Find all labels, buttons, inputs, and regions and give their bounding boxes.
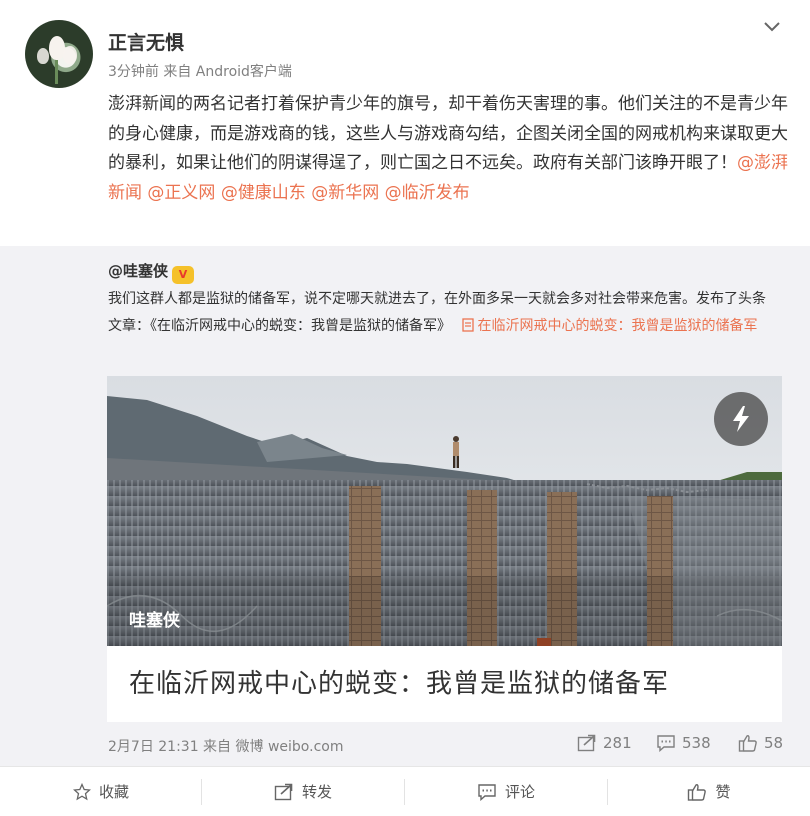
comment-count-value: 538 [682,734,711,752]
comment-label: 评论 [504,783,535,801]
repost-count[interactable]: 281 [577,734,632,752]
favorite-label: 收藏 [98,783,129,801]
star-icon [72,783,91,801]
forward-button[interactable]: 转发 [202,767,404,816]
mention-link[interactable]: @健康山东 [221,183,306,203]
original-author-name[interactable]: @哇塞侠 [108,262,168,280]
like-count[interactable]: 58 [738,734,783,752]
post-body: 澎湃新闻的两名记者打着保护青少年的旗号，却干着伤天害理的事。他们关注的不是青少年… [108,94,788,173]
like-button[interactable]: 赞 [608,767,810,816]
flash-button[interactable] [714,392,768,446]
forward-label: 转发 [301,783,332,801]
forward-icon [577,734,596,752]
mention-link[interactable]: @新华网 [311,183,379,203]
vip-badge-icon: V [172,266,195,284]
post-meta: 3分钟前 来自 Android客户端 [108,64,292,80]
article-card[interactable]: 哇塞侠 在临沂网戒中心的蜕变：我曾是监狱的储备军 [107,376,782,722]
repost-time-source: 2月7日 21:31 来自 微博 weibo.com [108,739,344,755]
weibo-post-card: 正言无惧 3分钟前 来自 Android客户端 澎湃新闻的两名记者打着保护青少年… [0,0,810,816]
action-bar: 收藏 转发 评论 赞 [0,766,810,816]
user-name[interactable]: 正言无惧 [108,28,184,55]
mention-link[interactable]: @临沂发布 [385,183,470,203]
comment-icon [657,735,675,752]
chevron-down-icon[interactable] [761,16,783,38]
avatar[interactable] [25,20,93,88]
photo-source-label: 哇塞侠 [129,611,180,631]
comment-button[interactable]: 评论 [405,767,607,816]
comment-count[interactable]: 538 [656,734,711,752]
favorite-button[interactable]: 收藏 [0,767,202,816]
flash-icon [733,406,749,432]
original-text: 我们这群人都是监狱的储备军，说不定哪天就进去了，在外面多呆一天就会多对社会带来危… [108,286,778,340]
article-link-text[interactable]: 在临沂网戒中心的蜕变：我曾是监狱的储备军 [477,318,757,334]
like-label: 赞 [715,783,731,801]
article-link[interactable]: 在临沂网戒中心的蜕变：我曾是监狱的储备军 [455,318,757,334]
original-author[interactable]: @哇塞侠 V [108,260,195,284]
like-count-value: 58 [764,734,784,752]
repost-block: @哇塞侠 V 我们这群人都是监狱的储备军，说不定哪天就进去了，在外面多呆一天就会多… [0,246,810,766]
like-icon [738,735,757,752]
comment-icon [478,784,496,801]
like-icon [688,784,707,801]
repost-count-value: 281 [603,734,632,752]
forward-icon [274,783,293,801]
mention-link[interactable]: @正义网 [147,183,215,203]
post-text: 澎湃新闻的两名记者打着保护青少年的旗号，却干着伤天害理的事。他们关注的不是青少年… [108,90,788,208]
article-photo[interactable]: 哇塞侠 [107,376,782,646]
prison-wall-photo [107,376,782,646]
document-icon [462,318,475,332]
article-title[interactable]: 在临沂网戒中心的蜕变：我曾是监狱的储备军 [129,663,669,700]
